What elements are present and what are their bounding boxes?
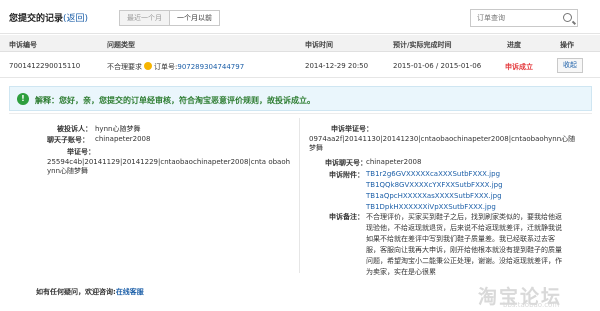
tab-last-month[interactable]: 最近一个月 <box>119 10 170 26</box>
page-title-text: 您提交的记录 <box>9 14 64 24</box>
tab-older-than-month[interactable]: 一个月以前 <box>170 10 220 26</box>
status-badge: 申诉成立 <box>505 63 533 71</box>
attachment-link[interactable]: TB1DpkHXXXXXXiVpXXSutbFXXX.jpg <box>366 203 496 211</box>
page-title: 您提交的记录(返回) <box>9 11 88 24</box>
info-icon: ! <box>17 93 29 105</box>
appeal-evidence-number: 0974aa2f|20141130|20141230|cntaobaochina… <box>309 135 576 152</box>
table-header: 申诉编号 问题类型 申诉时间 预计/实际完成时间 进度 操作 <box>0 35 600 52</box>
order-label: 订单号: <box>154 63 178 71</box>
column-header-action: 操作 <box>560 41 574 49</box>
problem-type-cell: 不合理要求 订单号:907289304744797 <box>107 62 244 72</box>
appeal-time: 2014-12-29 20:50 <box>305 62 369 70</box>
notice-message: 解释：您好，亲，您提交的订单经审核，符合淘宝恶意评价规则，故投诉成立。 <box>35 96 315 105</box>
appeal-id: 7001412290015110 <box>9 62 81 70</box>
attachment-link[interactable]: TB1r2g6GVXXXXXcaXXXSutbFXXX.jpg <box>366 170 500 178</box>
remark-label: 申诉备注： <box>329 213 364 221</box>
chat-account-label: 聊天子账号： <box>47 136 89 144</box>
online-service-link[interactable]: 在线客服 <box>116 288 144 296</box>
search-icon[interactable] <box>563 13 572 22</box>
collapse-button[interactable]: 收起 <box>557 58 583 73</box>
appeal-chat-label: 申诉聊天号： <box>325 159 367 167</box>
attachment-link[interactable]: TB1QQk8GVXXXXcYXFXXSutbFXXX.jpg <box>366 181 503 189</box>
respondent-label: 被投诉人： <box>57 125 92 133</box>
column-header-progress: 进度 <box>507 41 521 49</box>
watermark-url: bbs.taobao.com <box>503 301 560 309</box>
evidence-label: 举证号： <box>67 148 95 156</box>
evidence-number: 25594c4b|20141129|20141229|cntaobaochina… <box>47 158 291 175</box>
respondent-value: hynn心随梦舞 <box>95 125 141 133</box>
order-search-input[interactable] <box>477 10 561 26</box>
attachments-label: 申诉附件： <box>329 171 364 179</box>
problem-type: 不合理要求 <box>107 63 142 71</box>
attachment-link[interactable]: TB1aQpcHXXXXXasXXXXSutbFXXX.jpg <box>366 192 502 200</box>
column-header-completion: 预计/实际完成时间 <box>393 41 452 49</box>
back-link[interactable]: (返回) <box>63 14 88 24</box>
records-header: 您提交的记录(返回) 最近一个月 一个月以前 <box>0 0 600 34</box>
appeal-evidence-label: 申诉举证号： <box>331 125 373 133</box>
remark-text: 不合理评价，买家买到鞋子之后，找到刷家类似的，要我给他返现验他，不给返现就退货，… <box>366 213 562 276</box>
help-footer: 如有任何疑问，欢迎咨询:在线客服 <box>36 287 144 297</box>
table-row: 7001412290015110 不合理要求 订单号:90728930474479… <box>0 53 600 78</box>
chat-account-value: chinapeter2008 <box>95 135 151 143</box>
time-range-tabs: 最近一个月 一个月以前 <box>119 10 220 26</box>
result-notice: ! 解释：您好，亲，您提交的订单经审核，符合淘宝恶意评价规则，故投诉成立。 <box>9 86 592 111</box>
order-search-box <box>470 9 578 27</box>
help-question: 如有任何疑问，欢迎咨询: <box>36 288 116 296</box>
appeal-chat-value: chinapeter2008 <box>366 158 422 166</box>
column-divider <box>299 118 300 273</box>
appeal-detail-panel: 被投诉人： hynn心随梦舞 聊天子账号： chinapeter2008 举证号… <box>9 113 592 283</box>
order-number-link[interactable]: 907289304744797 <box>177 63 244 71</box>
completion-time: 2015-01-06 / 2015-01-06 <box>393 62 482 70</box>
column-header-id: 申诉编号 <box>9 41 37 49</box>
column-header-type: 问题类型 <box>107 41 135 49</box>
smiley-icon <box>144 62 152 70</box>
column-header-time: 申诉时间 <box>305 41 333 49</box>
